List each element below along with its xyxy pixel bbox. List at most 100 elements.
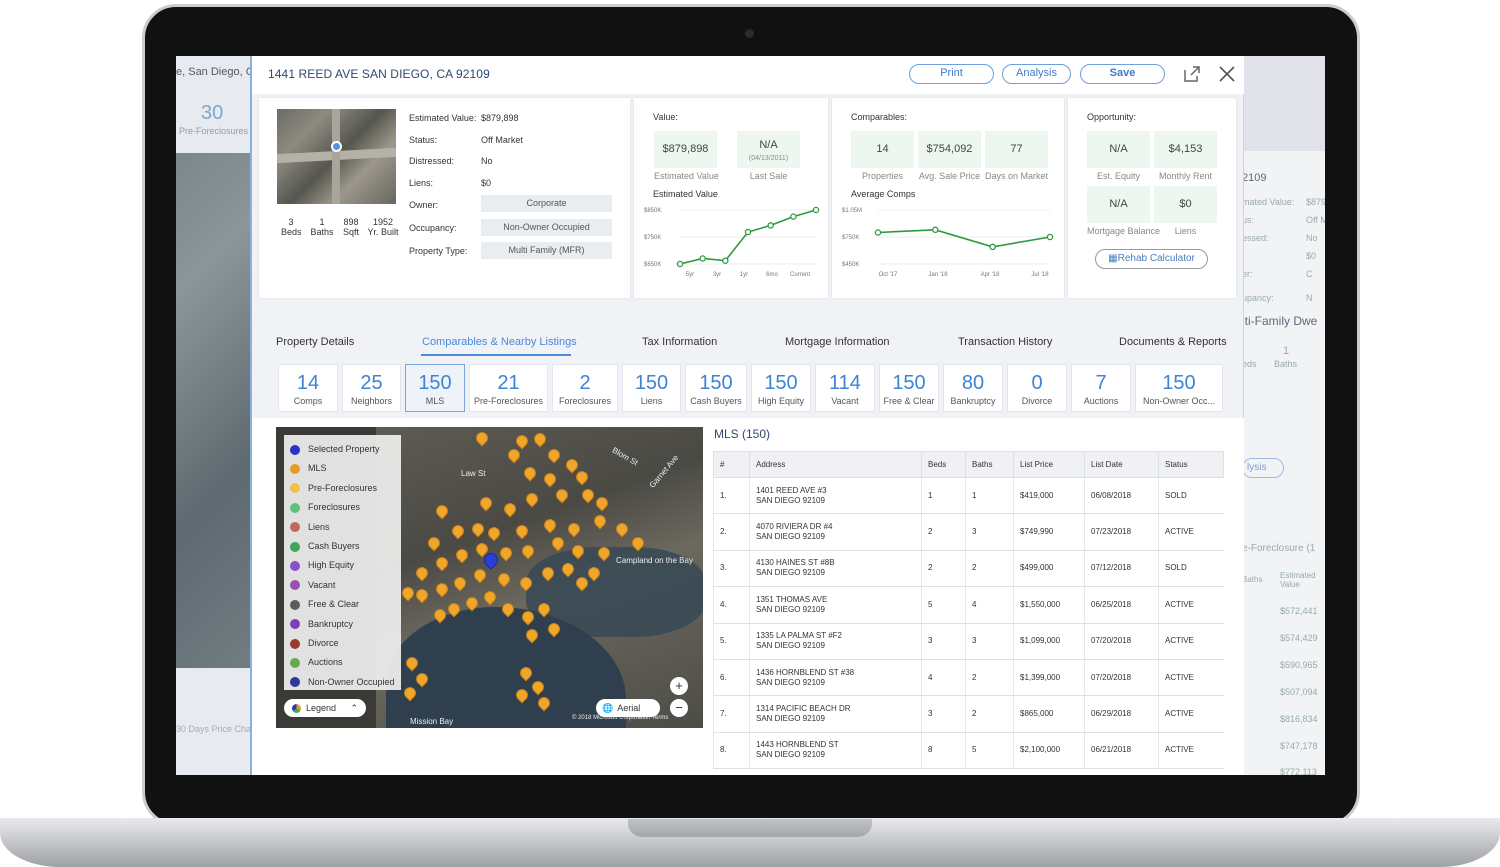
table-row[interactable]: 6. 1436 HORNBLEND ST #38 SAN DIEGO 92109 4 2… — [713, 659, 1224, 697]
legend-label: Legend — [306, 703, 337, 713]
legend-label: Cash Buyers — [308, 541, 360, 551]
save-button[interactable]: Save — [1080, 64, 1165, 84]
count-cash-buyers[interactable]: 150 Cash Buyers — [685, 364, 747, 412]
table-row[interactable]: 8. 1443 HORNBLEND ST SAN DIEGO 92109 8 5 $2,1… — [713, 732, 1224, 770]
zoom-out-button[interactable]: − — [670, 699, 688, 717]
row-status: SOLD — [1158, 477, 1224, 515]
background-price: $572,441 — [1280, 606, 1318, 616]
legend-item[interactable]: Foreclosures — [290, 502, 360, 513]
column-header[interactable]: Status — [1158, 451, 1224, 478]
legend-item[interactable]: High Equity — [290, 560, 354, 572]
background-type: lti-Family Dwe — [1242, 314, 1318, 328]
legend-item[interactable]: Auctions — [290, 657, 343, 669]
count-free-clear[interactable]: 150 Free & Clear — [879, 364, 939, 412]
tab-documents-reports[interactable]: Documents & Reports — [1119, 336, 1227, 348]
data-point — [699, 255, 706, 262]
row-address: 1443 HORNBLEND ST SAN DIEGO 92109 — [749, 732, 922, 770]
count-high-equity[interactable]: 150 High Equity — [751, 364, 811, 412]
tab-mortgage-information[interactable]: Mortgage Information — [785, 336, 890, 348]
legend-item[interactable]: Pre-Foreclosures — [290, 483, 377, 494]
x-tick-label: 3yr — [713, 272, 721, 278]
liens-label: Liens — [1174, 226, 1197, 236]
count-liens[interactable]: 150 Liens — [622, 364, 681, 412]
tab-transaction-history[interactable]: Transaction History — [958, 336, 1052, 348]
share-icon[interactable] — [1182, 64, 1202, 84]
count-divorce[interactable]: 0 Divorce — [1007, 364, 1067, 412]
tab-property-details[interactable]: Property Details — [276, 336, 354, 348]
table-row[interactable]: 4. 1351 THOMAS AVE SAN DIEGO 92109 5 4 $1,550… — [713, 586, 1224, 624]
count-bankruptcy[interactable]: 80 Bankruptcy — [943, 364, 1003, 412]
address-city: SAN DIEGO 92109 — [756, 750, 825, 760]
calculator-icon: ▦ — [1108, 253, 1118, 264]
listings-map[interactable]: Law St Garnet Ave Blom St Campland on th… — [276, 427, 703, 728]
row-status: ACTIVE — [1158, 623, 1224, 660]
column-header[interactable]: Address — [749, 451, 922, 478]
background-pre-count[interactable]: 30 — [201, 102, 223, 125]
legend-item[interactable]: MLS — [290, 463, 327, 475]
legend-item[interactable]: Divorce — [290, 638, 339, 649]
table-row[interactable]: 2. 4070 RIVIERA DR #4 SAN DIEGO 92109 2 3 $74… — [713, 513, 1224, 551]
column-header[interactable]: List Price — [1013, 451, 1085, 478]
background-analysis-button[interactable]: lysis — [1242, 458, 1284, 478]
legend-item[interactable]: Bankruptcy — [290, 619, 353, 630]
count-non-owner-occupied[interactable]: 150 Non-Owner Occ... — [1135, 364, 1223, 412]
count-number: 150 — [1162, 372, 1196, 394]
row-date: 06/25/2018 — [1084, 586, 1159, 624]
count-label: Cash Buyers — [690, 396, 742, 406]
legend-item[interactable]: Liens — [290, 522, 330, 533]
column-header[interactable]: List Date — [1084, 451, 1159, 478]
background-map-left: e, San Diego, CA 30 Pre-Foreclosures 30 … — [176, 56, 261, 775]
row-status: SOLD — [1158, 550, 1224, 588]
value-card: Value: $879,898 N/A (04/13/2011) Estimat… — [634, 98, 828, 298]
monthly-rent-box: $4,153 — [1154, 131, 1217, 168]
table-row[interactable]: 1. 1401 REED AVE #3 SAN DIEGO 92109 1 1 $419,… — [713, 477, 1224, 515]
legend-item[interactable]: Non-Owner Occupied — [290, 677, 395, 688]
close-icon[interactable] — [1217, 64, 1237, 84]
last-sale-box: N/A (04/13/2011) — [737, 131, 800, 168]
est-equity-box: N/A — [1087, 131, 1150, 168]
property-photo[interactable] — [277, 109, 396, 204]
count-pre-foreclosures[interactable]: 21 Pre-Foreclosures — [469, 364, 548, 412]
legend-toggle-button[interactable]: Legend ⌃ — [284, 699, 366, 717]
count-number: 150 — [892, 372, 926, 394]
table-row[interactable]: 5. 1335 LA PALMA ST #F2 SAN DIEGO 92109 3 3 $… — [713, 623, 1224, 660]
address-line: 4070 RIVIERA DR #4 — [756, 522, 833, 532]
legend-dot-icon — [290, 541, 300, 552]
background-price: $574,429 — [1280, 633, 1318, 643]
address-city: SAN DIEGO 92109 — [756, 677, 825, 687]
data-point — [874, 229, 882, 236]
tab-comparables[interactable]: Comparables & Nearby Listings — [422, 336, 577, 348]
legend-item[interactable]: Cash Buyers — [290, 541, 360, 552]
count-auctions[interactable]: 7 Auctions — [1071, 364, 1131, 412]
analysis-button[interactable]: Analysis — [1002, 64, 1071, 84]
column-header[interactable]: Baths — [965, 451, 1014, 478]
print-button[interactable]: Print — [909, 64, 994, 84]
column-header[interactable]: # — [713, 451, 750, 478]
estimated-value: $879,898 — [481, 113, 519, 123]
rehab-calculator-button[interactable]: ▦Rehab Calculator — [1095, 249, 1208, 269]
count-neighbors[interactable]: 25 Neighbors — [342, 364, 401, 412]
aerial-view-button[interactable]: 🌐 Aerial — [596, 699, 660, 717]
table-row[interactable]: 7. 1314 PACIFIC BEACH DR SAN DIEGO 92109 3 2… — [713, 695, 1224, 733]
address-line: 1401 REED AVE #3 — [756, 485, 827, 495]
tab-tax-information[interactable]: Tax Information — [642, 336, 717, 348]
column-header[interactable]: Beds — [921, 451, 966, 478]
legend-item[interactable]: Free & Clear — [290, 599, 359, 610]
count-vacant[interactable]: 114 Vacant — [815, 364, 875, 412]
count-comps[interactable]: 14 Comps — [278, 364, 338, 412]
legend-item[interactable]: Selected Property — [290, 444, 380, 455]
background-value: No — [1306, 233, 1318, 243]
count-foreclosures[interactable]: 2 Foreclosures — [552, 364, 618, 412]
count-number: 14 — [296, 372, 320, 394]
count-mls[interactable]: 150 MLS — [405, 364, 465, 412]
x-tick-label: Apr '18 — [981, 272, 1000, 278]
modal-header: 1441 REED AVE SAN DIEGO, CA 92109 Print … — [252, 56, 1244, 94]
count-label: Free & Clear — [883, 396, 935, 406]
zoom-in-button[interactable]: + — [670, 677, 688, 695]
address-line: 1335 LA PALMA ST #F2 — [756, 631, 842, 641]
legend-item[interactable]: Vacant — [290, 580, 335, 591]
background-col-baths: Baths — [1242, 575, 1263, 584]
table-row[interactable]: 3. 4130 HAINES ST #8B SAN DIEGO 92109 2 2 $49… — [713, 550, 1224, 588]
row-beds: 3 — [921, 623, 966, 660]
laptop-notch — [628, 819, 872, 837]
